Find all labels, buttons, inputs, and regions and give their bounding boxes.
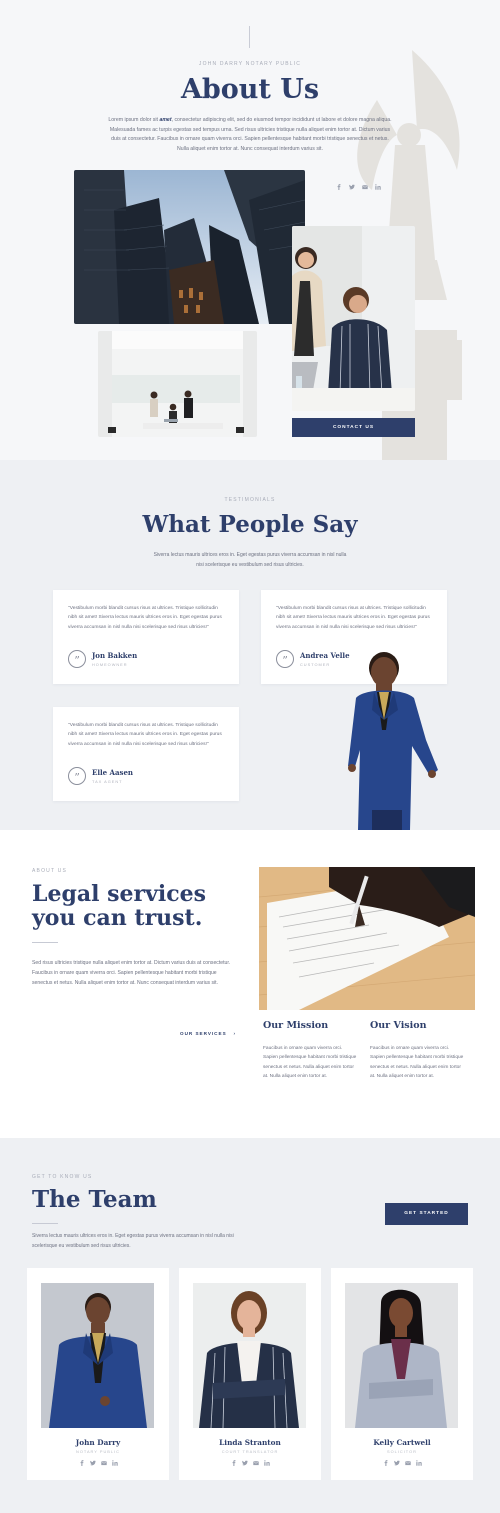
- facebook-icon[interactable]: [383, 1460, 389, 1466]
- team-divider: [32, 1223, 58, 1224]
- hero-eyebrow: JOHN DARRY NOTARY PUBLIC: [198, 61, 302, 67]
- testimonial-quote: "Vestibulum morbi blandit cursus risus a…: [276, 606, 430, 630]
- team-member-photo: [41, 1283, 154, 1428]
- team-member-photo: [345, 1283, 458, 1428]
- skyscrapers-photo: [74, 170, 305, 324]
- mission-title: Our Mission: [263, 1020, 329, 1031]
- team-member-name: Kelly Cartwell: [373, 1438, 431, 1447]
- team-member-social: [79, 1460, 118, 1466]
- chevron-right-icon: ›: [233, 1031, 237, 1036]
- testimonial-card: "Vestibulum morbi blandit cursus risus a…: [53, 707, 239, 801]
- testimonial-author: Andrea Velle: [300, 651, 350, 660]
- twitter-icon[interactable]: [242, 1460, 248, 1466]
- team-member-card: Kelly Cartwell SOLICITOR: [331, 1268, 473, 1480]
- linkedin-icon[interactable]: [112, 1460, 118, 1466]
- about-hero-section: JOHN DARRY NOTARY PUBLIC About Us Lorem …: [0, 0, 500, 460]
- twitter-icon[interactable]: [394, 1460, 400, 1466]
- quote-icon: ”: [276, 650, 294, 668]
- linkedin-icon[interactable]: [375, 184, 381, 190]
- mission-text: Faucibus in ornare quam viverra orci. Sa…: [263, 1046, 357, 1079]
- email-icon[interactable]: [362, 184, 368, 190]
- twitter-icon[interactable]: [349, 184, 355, 190]
- facebook-icon[interactable]: [79, 1460, 85, 1466]
- contact-us-button[interactable]: CONTACT US: [292, 418, 415, 437]
- email-icon[interactable]: [253, 1460, 259, 1466]
- our-services-label: OUR SERVICES: [180, 1031, 227, 1036]
- top-divider-line: [249, 26, 250, 48]
- email-icon[interactable]: [405, 1460, 411, 1466]
- testimonial-role: CUSTOMER: [300, 662, 331, 667]
- legal-title: Legal services you can trust.: [32, 881, 207, 931]
- testimonial-author: Elle Aasen: [92, 768, 133, 777]
- testimonial-card: "Vestibulum morbi blandit cursus risus a…: [53, 590, 239, 684]
- team-section: GET TO KNOW US The Team Siverra lectus m…: [0, 1138, 500, 1513]
- linkedin-icon[interactable]: [264, 1460, 270, 1466]
- testimonial-author: Jon Bakken: [92, 651, 138, 660]
- twitter-icon[interactable]: [90, 1460, 96, 1466]
- get-started-button[interactable]: GET STARTED: [385, 1203, 468, 1225]
- testimonial-role: TAX AGENT: [92, 779, 123, 784]
- quote-icon: ”: [68, 767, 86, 785]
- about-social-links: [336, 184, 381, 190]
- team-member-role: COURT TRANSLATOR: [221, 1449, 279, 1454]
- facebook-icon[interactable]: [336, 184, 342, 190]
- vision-title: Our Vision: [370, 1020, 427, 1031]
- testimonials-title: What People Say: [142, 511, 358, 538]
- team-subtitle: Siverra lectus mauris ultrices eros in. …: [32, 1233, 234, 1249]
- team-member-social: [383, 1460, 422, 1466]
- legal-text: Sed risus ultricies tristique nulla aliq…: [32, 960, 231, 986]
- team-member-role: SOLICITOR: [387, 1449, 417, 1454]
- vision-text: Faucibus in ornare quam viverra orci. Sa…: [370, 1046, 464, 1079]
- testimonial-quote: "Vestibulum morbi blandit cursus risus a…: [68, 606, 222, 630]
- quote-icon: ”: [68, 650, 86, 668]
- legal-services-section: ABOUT US Legal services you can trust. S…: [0, 830, 500, 1138]
- about-intro-text: Lorem ipsum dolor sit amet, consectetur …: [108, 117, 392, 152]
- testimonials-eyebrow: TESTIMONIALS: [224, 497, 276, 503]
- team-member-photo: [193, 1283, 306, 1428]
- team-member-role: NOTARY PUBLIC: [76, 1449, 120, 1454]
- testimonials-section: TESTIMONIALS What People Say Siverra lec…: [0, 460, 500, 830]
- testimonials-subtitle: Siverra lectus mauris ultrices eros in. …: [153, 552, 347, 568]
- testimonial-quote: "Vestibulum morbi blandit cursus risus a…: [68, 723, 222, 747]
- team-member-name: John Darry: [75, 1438, 121, 1447]
- team-member-name: Linda Stranton: [219, 1438, 281, 1447]
- team-member-social: [231, 1460, 270, 1466]
- colleagues-laptop-photo: [292, 226, 415, 411]
- page-title: About Us: [180, 74, 320, 105]
- document-signing-photo: [259, 867, 475, 1010]
- team-title: The Team: [32, 1186, 157, 1213]
- our-services-link[interactable]: OUR SERVICES ›: [180, 1031, 236, 1036]
- testimonial-role: HOMEOWNER: [92, 662, 128, 667]
- team-member-card: Linda Stranton COURT TRANSLATOR: [179, 1268, 321, 1480]
- linkedin-icon[interactable]: [416, 1460, 422, 1466]
- businessman-cutout-image: [348, 652, 438, 830]
- legal-eyebrow: ABOUT US: [32, 868, 68, 874]
- team-eyebrow: GET TO KNOW US: [32, 1174, 93, 1180]
- office-meeting-photo: [98, 331, 257, 437]
- legal-divider: [32, 942, 58, 943]
- facebook-icon[interactable]: [231, 1460, 237, 1466]
- team-member-card: John Darry NOTARY PUBLIC: [27, 1268, 169, 1480]
- email-icon[interactable]: [101, 1460, 107, 1466]
